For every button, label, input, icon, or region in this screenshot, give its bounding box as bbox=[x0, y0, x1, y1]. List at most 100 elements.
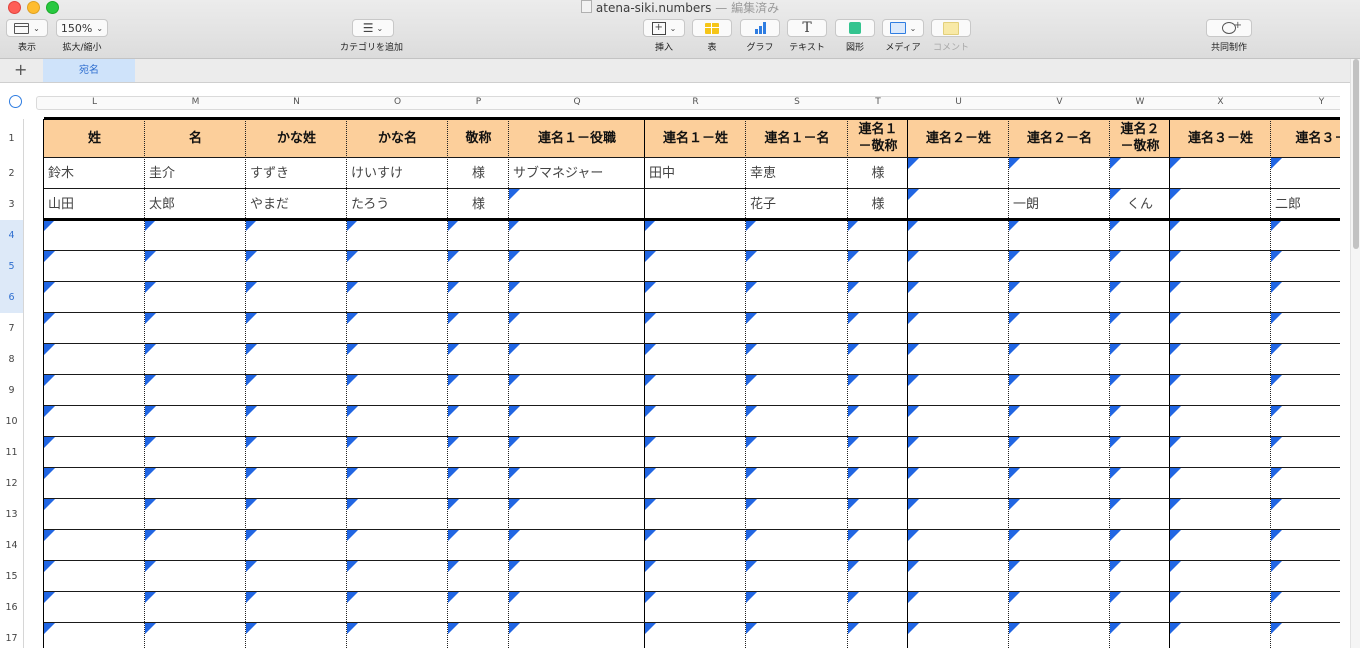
table-cell[interactable] bbox=[746, 437, 848, 468]
table-cell[interactable] bbox=[645, 313, 746, 344]
table-cell[interactable] bbox=[145, 344, 246, 375]
table-cell[interactable] bbox=[509, 375, 645, 406]
table-cell[interactable] bbox=[246, 437, 347, 468]
table-cell[interactable] bbox=[1170, 251, 1271, 282]
table-cell[interactable] bbox=[509, 437, 645, 468]
row-header-6[interactable]: 6 bbox=[0, 282, 23, 313]
sheet-tab-atena[interactable]: 宛名 bbox=[43, 59, 135, 82]
column-header-n[interactable]: N bbox=[246, 96, 347, 108]
header-cell[interactable]: 連名３－ bbox=[1271, 119, 1340, 158]
table-cell[interactable] bbox=[908, 437, 1009, 468]
table-cell[interactable] bbox=[448, 592, 509, 623]
table-cell[interactable] bbox=[347, 220, 448, 251]
row-header-8[interactable]: 8 bbox=[0, 344, 23, 375]
table-cell[interactable] bbox=[848, 406, 908, 437]
column-header-v[interactable]: V bbox=[1009, 96, 1110, 108]
table-cell[interactable] bbox=[1271, 375, 1340, 406]
table-cell[interactable] bbox=[509, 189, 645, 220]
header-cell[interactable]: 連名１－姓 bbox=[645, 119, 746, 158]
header-cell[interactable]: 連名２－姓 bbox=[908, 119, 1009, 158]
media-menu[interactable]: ⌄ メディア bbox=[882, 19, 924, 53]
shape-button[interactable]: 図形 bbox=[835, 19, 875, 53]
table-cell[interactable] bbox=[908, 220, 1009, 251]
table-cell[interactable] bbox=[44, 375, 145, 406]
table-cell[interactable] bbox=[908, 530, 1009, 561]
table-cell[interactable] bbox=[1271, 530, 1340, 561]
table-cell[interactable]: 幸恵 bbox=[746, 158, 848, 189]
table-cell[interactable] bbox=[347, 561, 448, 592]
table-cell[interactable] bbox=[448, 313, 509, 344]
table-cell[interactable] bbox=[1110, 592, 1170, 623]
table-cell[interactable] bbox=[44, 592, 145, 623]
table-cell[interactable] bbox=[246, 406, 347, 437]
table-cell[interactable]: すずき bbox=[246, 158, 347, 189]
table-cell[interactable] bbox=[1271, 251, 1340, 282]
table-cell[interactable] bbox=[145, 592, 246, 623]
table-cell[interactable] bbox=[509, 468, 645, 499]
table-cell[interactable] bbox=[1110, 499, 1170, 530]
table-cell[interactable] bbox=[246, 468, 347, 499]
table-cell[interactable] bbox=[44, 251, 145, 282]
table-cell[interactable] bbox=[246, 499, 347, 530]
row-header-4[interactable]: 4 bbox=[0, 220, 23, 251]
column-header-l[interactable]: L bbox=[44, 96, 145, 108]
column-header-t[interactable]: T bbox=[848, 96, 908, 108]
table-cell[interactable] bbox=[448, 344, 509, 375]
table-cell[interactable] bbox=[1110, 344, 1170, 375]
add-sheet-button[interactable]: + bbox=[14, 60, 27, 79]
row-header-7[interactable]: 7 bbox=[0, 313, 23, 344]
table-cell[interactable] bbox=[448, 437, 509, 468]
text-button[interactable]: T テキスト bbox=[787, 19, 827, 53]
table-cell[interactable] bbox=[746, 344, 848, 375]
comment-button[interactable]: コメント bbox=[931, 19, 971, 53]
table-cell[interactable] bbox=[1170, 561, 1271, 592]
row-header-9[interactable]: 9 bbox=[0, 375, 23, 406]
header-cell[interactable]: 敬称 bbox=[448, 119, 509, 158]
row-header-1[interactable]: 1 bbox=[0, 119, 23, 158]
table-cell[interactable] bbox=[509, 561, 645, 592]
table-cell[interactable] bbox=[1271, 623, 1340, 648]
table-cell[interactable] bbox=[44, 344, 145, 375]
table-cell[interactable] bbox=[1110, 282, 1170, 313]
table-cell[interactable] bbox=[44, 313, 145, 344]
table-cell[interactable] bbox=[645, 623, 746, 648]
table-cell[interactable] bbox=[908, 468, 1009, 499]
table-cell[interactable] bbox=[347, 530, 448, 561]
table-cell[interactable] bbox=[145, 561, 246, 592]
table-cell[interactable] bbox=[645, 499, 746, 530]
table-cell[interactable] bbox=[246, 561, 347, 592]
header-cell[interactable]: 連名２－名 bbox=[1009, 119, 1110, 158]
table-cell[interactable] bbox=[1271, 158, 1340, 189]
table-cell[interactable] bbox=[347, 499, 448, 530]
column-header-q[interactable]: Q bbox=[509, 96, 645, 108]
table-cell[interactable] bbox=[448, 220, 509, 251]
table-cell[interactable] bbox=[509, 251, 645, 282]
table-cell[interactable] bbox=[746, 530, 848, 561]
table-cell[interactable] bbox=[746, 282, 848, 313]
table-cell[interactable] bbox=[746, 220, 848, 251]
table-cell[interactable] bbox=[246, 530, 347, 561]
table-cell[interactable] bbox=[645, 437, 746, 468]
column-header-m[interactable]: M bbox=[145, 96, 246, 108]
table-cell[interactable] bbox=[848, 251, 908, 282]
table-cell[interactable] bbox=[509, 592, 645, 623]
table-cell[interactable] bbox=[44, 468, 145, 499]
table-cell[interactable] bbox=[908, 282, 1009, 313]
table-cell[interactable] bbox=[1170, 499, 1271, 530]
table-cell[interactable] bbox=[848, 344, 908, 375]
table-cell[interactable] bbox=[908, 189, 1009, 220]
table-cell[interactable] bbox=[347, 468, 448, 499]
table-cell[interactable] bbox=[1009, 220, 1110, 251]
row-header-5[interactable]: 5 bbox=[0, 251, 23, 282]
table-cell[interactable] bbox=[1271, 313, 1340, 344]
table-cell[interactable] bbox=[1271, 282, 1340, 313]
table-cell[interactable] bbox=[1009, 468, 1110, 499]
table-cell[interactable] bbox=[1009, 499, 1110, 530]
table-cell[interactable] bbox=[746, 313, 848, 344]
table-cell[interactable] bbox=[246, 282, 347, 313]
table-cell[interactable] bbox=[1110, 251, 1170, 282]
table-cell[interactable] bbox=[645, 406, 746, 437]
table-cell[interactable] bbox=[509, 406, 645, 437]
table-cell[interactable] bbox=[509, 220, 645, 251]
row-header-14[interactable]: 14 bbox=[0, 530, 23, 561]
